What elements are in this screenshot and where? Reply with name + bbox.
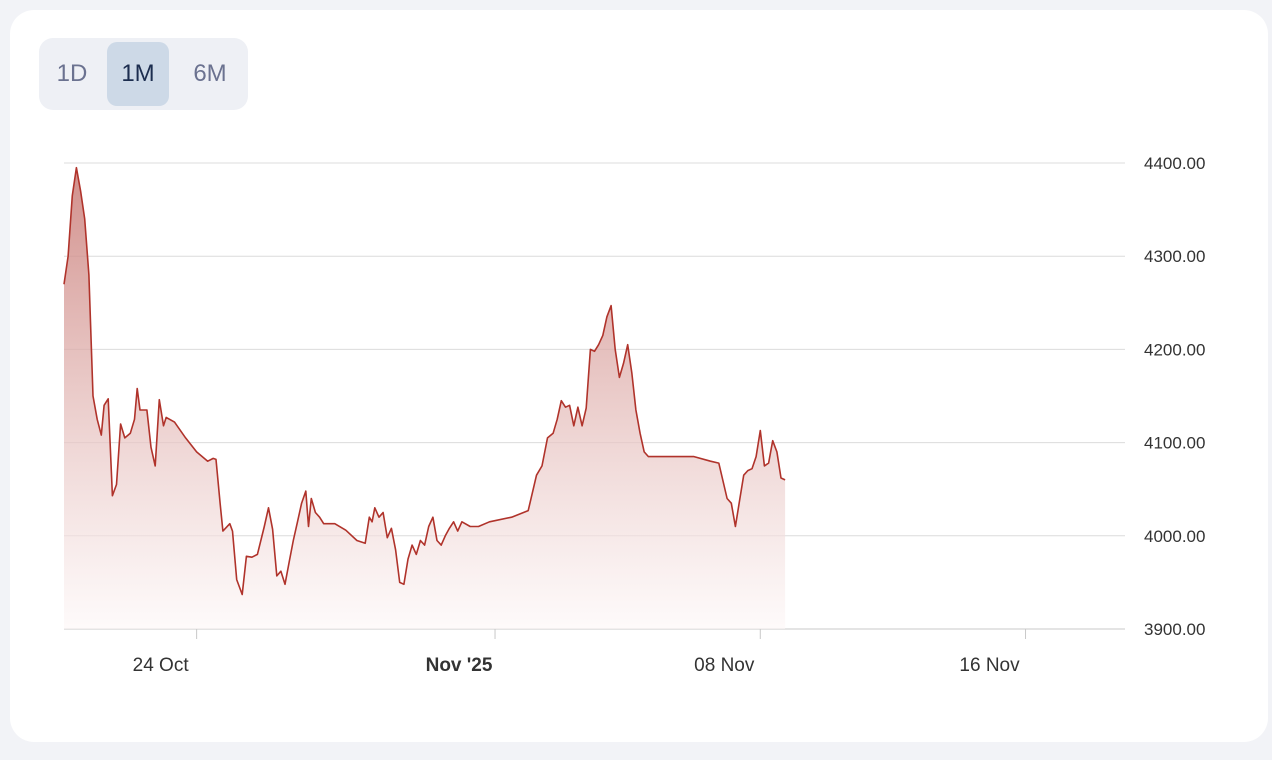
x-tick-label: 08 Nov bbox=[694, 655, 755, 676]
x-tick-label: 16 Nov bbox=[959, 655, 1020, 676]
y-tick-label: 4200.00 bbox=[1144, 340, 1205, 359]
x-tick-label: 24 Oct bbox=[133, 655, 190, 676]
y-tick-label: 4000.00 bbox=[1144, 527, 1205, 546]
series-area bbox=[64, 167, 786, 629]
y-tick-label: 3900.00 bbox=[1144, 620, 1205, 639]
y-tick-label: 4400.00 bbox=[1144, 154, 1205, 173]
price-area-chart: 4400.00 4300.00 4200.00 4100.00 4000.00 3900.… bbox=[63, 154, 1205, 676]
x-tick-label: Nov '25 bbox=[426, 655, 493, 676]
y-tick-label: 4300.00 bbox=[1144, 247, 1205, 266]
y-tick-label: 4100.00 bbox=[1144, 434, 1205, 453]
